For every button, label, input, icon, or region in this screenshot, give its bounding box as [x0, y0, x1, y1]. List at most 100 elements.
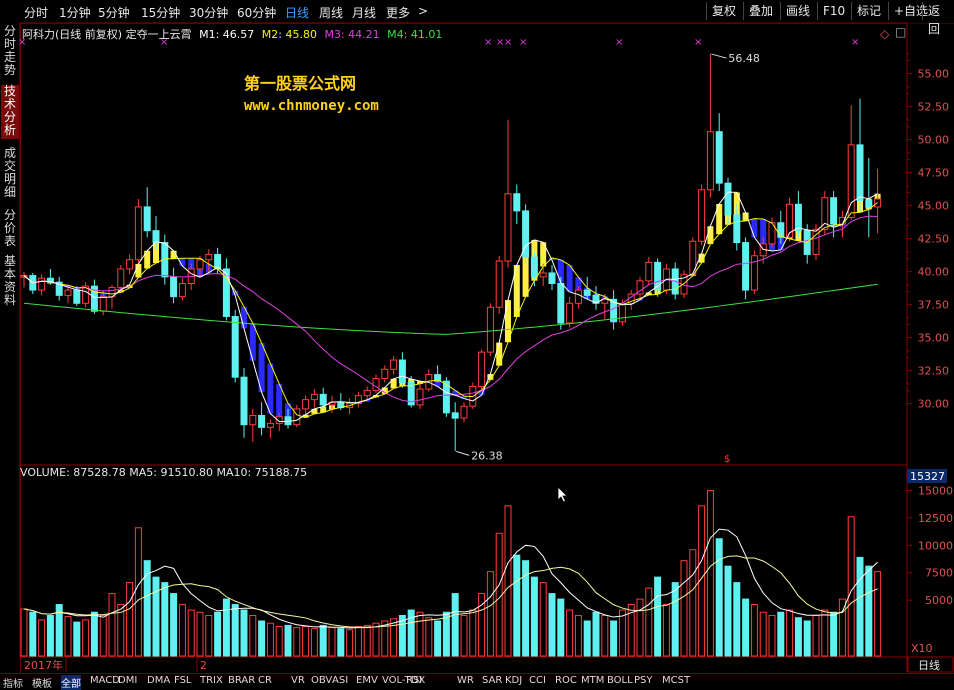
candle-body — [73, 289, 81, 304]
indicator-tab[interactable]: EMV — [356, 675, 378, 686]
indicator-tab[interactable]: FSL — [174, 675, 192, 686]
candle-body — [310, 393, 318, 401]
candle-body — [557, 282, 565, 324]
volume-bar — [654, 576, 662, 657]
volume-bar — [38, 619, 46, 657]
volume-bar — [319, 624, 327, 657]
volume-bar — [566, 609, 574, 657]
event-marker: × — [519, 37, 527, 48]
volume-bar — [874, 571, 882, 657]
m3-line — [23, 215, 878, 403]
candle-body — [574, 289, 582, 304]
high-label: 56.48 — [728, 52, 760, 65]
indicator-tab[interactable]: RSI — [406, 675, 422, 686]
indicator-tab[interactable]: TRIX — [200, 675, 223, 686]
low-pointer — [456, 450, 470, 456]
candle-body — [460, 405, 468, 419]
volume-bar — [231, 604, 239, 657]
mouse-cursor-icon — [557, 486, 568, 503]
volume-bar — [143, 560, 151, 657]
candle-body — [742, 242, 750, 291]
indicator-tab[interactable]: ROC — [555, 675, 577, 686]
volume-bar — [786, 609, 794, 657]
volume-bar — [434, 620, 442, 657]
indicator-tab[interactable]: DMA — [147, 675, 170, 686]
candle-body — [266, 422, 274, 428]
indicator-tab[interactable]: PSY — [634, 675, 653, 686]
candle-body — [698, 189, 706, 242]
volume-bar — [258, 620, 266, 657]
volume-bar — [724, 565, 732, 657]
volume-bar — [865, 565, 873, 657]
volume-bar — [82, 619, 90, 657]
indicator-tab[interactable]: SAR — [482, 675, 502, 686]
indicator-tab[interactable]: MCST — [662, 675, 690, 686]
volume-bar — [161, 582, 169, 657]
candle-body — [38, 277, 46, 291]
volume-bar — [574, 615, 582, 657]
candle-body — [645, 261, 653, 282]
volume-bar — [803, 620, 811, 657]
candle-body — [319, 393, 327, 406]
volume-bar — [706, 489, 714, 657]
month-label: 2 — [200, 659, 207, 672]
volume-tick-label: 5000 — [925, 594, 953, 607]
volume-bar — [29, 611, 37, 657]
volume-bar — [205, 615, 213, 657]
volume-tick-label: 15000 — [918, 484, 953, 497]
candle-body — [117, 268, 125, 288]
indicator-tab[interactable]: CR — [258, 675, 272, 686]
indicator-tab[interactable]: MACD — [90, 675, 120, 686]
volume-bar — [583, 620, 591, 657]
candle-body — [513, 193, 521, 212]
volume-bar — [759, 611, 767, 657]
indicator-tab[interactable]: OBV — [311, 675, 332, 686]
scroll-icon[interactable]: □ — [895, 25, 906, 39]
period-label: 日线 — [918, 658, 940, 672]
indicator-tab[interactable]: DMI — [118, 675, 137, 686]
indicator-tab[interactable]: BRAR — [228, 675, 255, 686]
indicator-tab[interactable]: MTM — [581, 675, 604, 686]
indicator-tab[interactable]: WR — [457, 675, 474, 686]
indicator-tab[interactable]: KDJ — [505, 675, 522, 686]
indicator-tab[interactable]: VR — [291, 675, 305, 686]
volume-bar — [469, 609, 477, 657]
volume-bar — [750, 604, 758, 657]
candle-body — [258, 414, 266, 428]
candle-body — [856, 144, 864, 201]
volume-bar — [90, 611, 98, 657]
candle-body — [302, 399, 310, 410]
volume-bar — [275, 625, 283, 657]
volume-bar — [689, 549, 697, 657]
volume-ma5-line — [23, 528, 878, 629]
volume-bar — [618, 609, 626, 657]
event-marker: × — [851, 37, 859, 48]
candle-body — [231, 315, 239, 378]
volume-bar — [715, 538, 723, 657]
candle-body — [363, 389, 371, 397]
volume-bar — [821, 609, 829, 657]
volume-bar — [214, 611, 222, 657]
volume-bar — [302, 625, 310, 657]
volume-bar — [442, 611, 450, 657]
candle-body — [733, 214, 741, 244]
indicator-tab[interactable]: CCI — [529, 675, 546, 686]
diamond-icon[interactable]: ◇ — [880, 27, 889, 41]
volume-bar — [557, 598, 565, 657]
candle-body — [416, 388, 424, 406]
candle-body — [152, 230, 160, 244]
volume-bar — [513, 554, 521, 657]
volume-bar — [134, 527, 142, 657]
candle-body — [539, 272, 547, 278]
volume-bar — [610, 620, 618, 657]
event-marker: × — [694, 37, 702, 48]
candle-body — [618, 302, 626, 323]
volume-bar — [73, 621, 81, 657]
volume-bar — [99, 615, 107, 657]
indicator-tab[interactable]: BOLL — [607, 675, 633, 686]
candle-body — [504, 193, 512, 262]
stock-chart[interactable]: 55.00 52.50 50.00 47.50 45.00 42.50 40.00 37.50… — [0, 0, 954, 688]
indicator-tab[interactable]: ASI — [332, 675, 348, 686]
volume-bar — [768, 615, 776, 657]
candle-body — [715, 131, 723, 184]
